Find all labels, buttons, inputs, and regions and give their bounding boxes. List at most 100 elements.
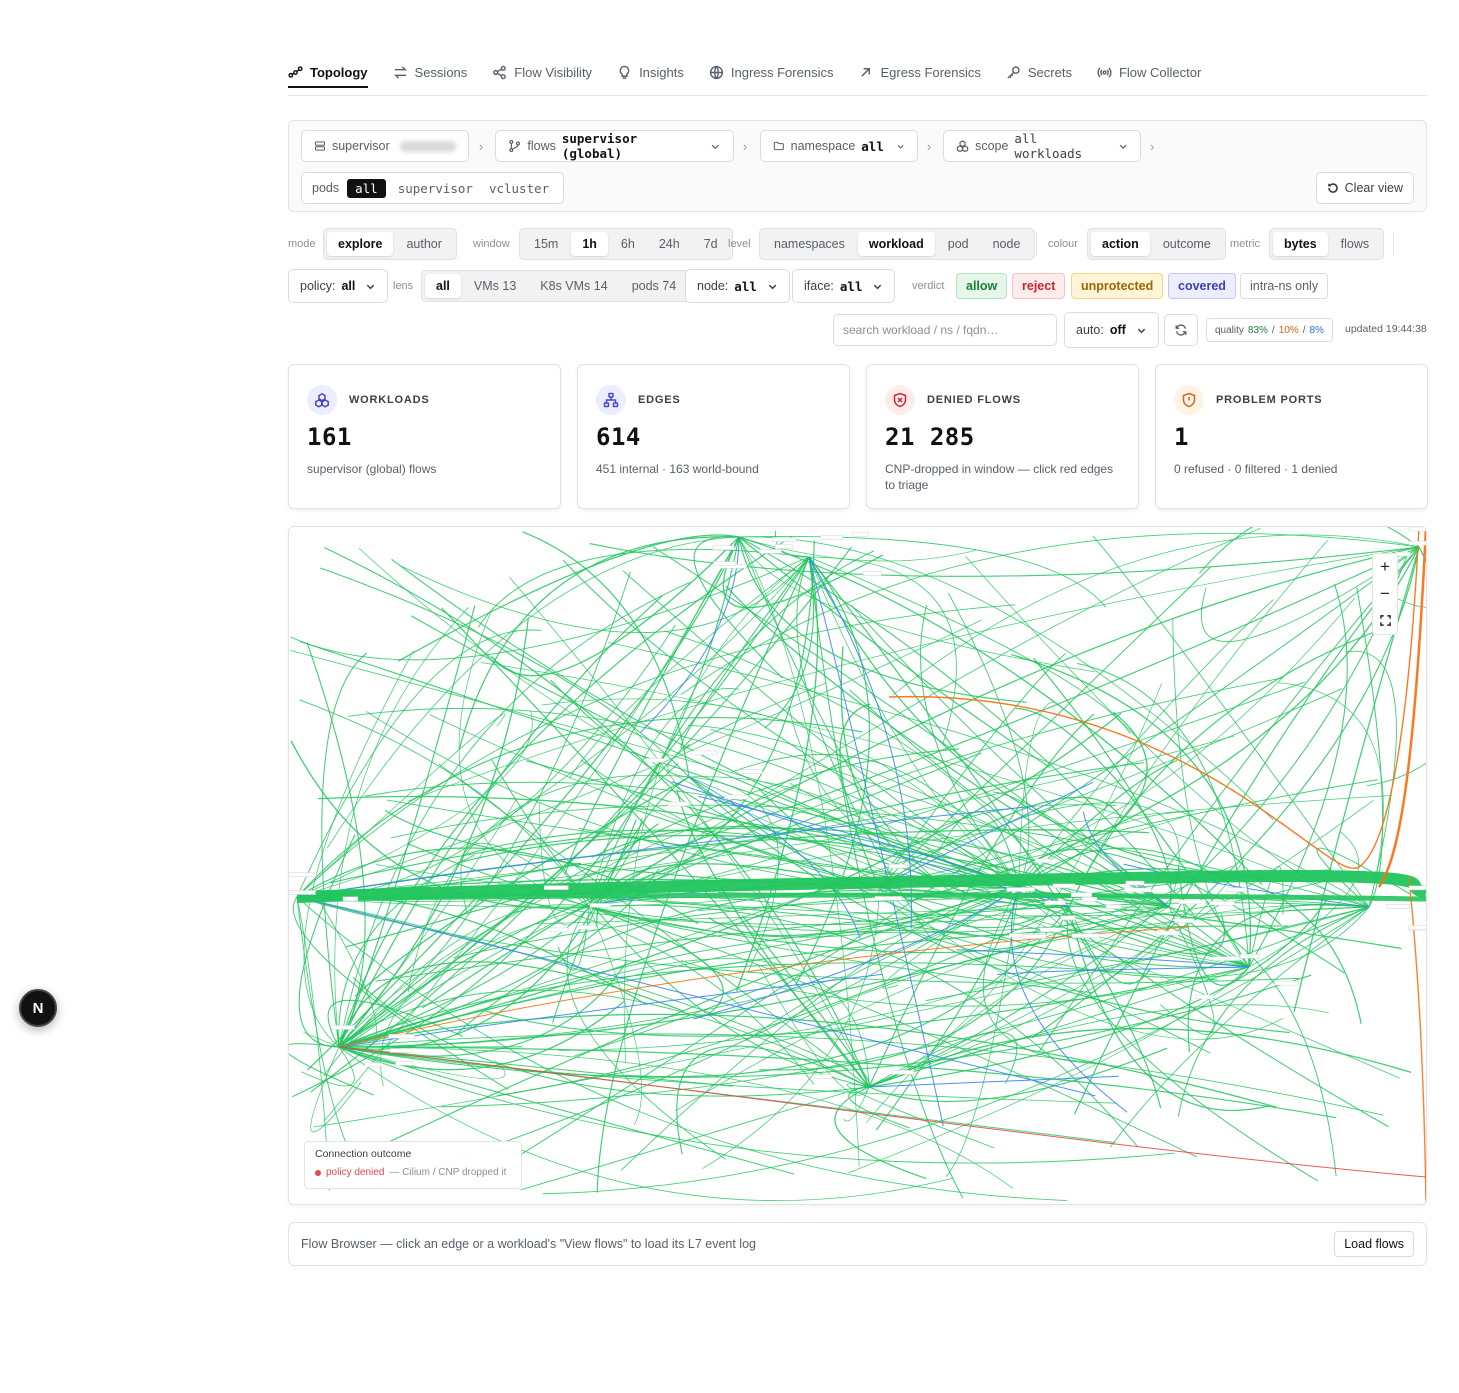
graph-node[interactable] [1195, 994, 1214, 1000]
lens-option-all[interactable]: all [425, 274, 461, 298]
graph-node[interactable] [1071, 892, 1093, 898]
graph-node[interactable] [774, 544, 794, 549]
graph-node[interactable] [1022, 934, 1046, 939]
pods-option-supervisor[interactable]: supervisor [394, 179, 477, 198]
graph-node[interactable] [1155, 930, 1180, 936]
graph-node[interactable] [1408, 527, 1426, 532]
graph-node[interactable] [1123, 887, 1152, 893]
graph-node[interactable] [1040, 927, 1062, 932]
pods-option-vcluster[interactable]: vcluster [485, 179, 553, 198]
graph-node[interactable] [1408, 540, 1426, 546]
lens-option-k8s-vms[interactable]: K8s VMs 14 [529, 274, 618, 298]
verdict-covered[interactable]: covered [1168, 273, 1236, 299]
lens-option-pods[interactable]: pods 74 [621, 274, 687, 298]
window-option-6h[interactable]: 6h [610, 232, 646, 256]
tab-topology[interactable]: Topology [288, 46, 368, 88]
level-option-pod[interactable]: pod [937, 232, 980, 256]
graph-edge[interactable] [397, 534, 740, 662]
workloads-card[interactable]: WORKLOADS 161 supervisor (global) flows [288, 364, 561, 509]
graph-node[interactable] [1226, 887, 1248, 892]
graph-edge[interactable] [338, 1033, 1384, 1116]
graph-edge[interactable] [920, 605, 1020, 888]
graph-node[interactable] [1178, 899, 1206, 905]
graph-node[interactable] [578, 925, 597, 930]
graph-node[interactable] [1212, 956, 1240, 961]
graph-edge[interactable] [849, 689, 1250, 968]
graph-node[interactable] [1052, 883, 1076, 889]
verdict-reject[interactable]: reject [1012, 273, 1066, 299]
graph-node[interactable] [1125, 880, 1145, 886]
graph-node[interactable] [820, 535, 843, 540]
lens-option-vms[interactable]: VMs 13 [463, 274, 527, 298]
graph-node[interactable] [690, 750, 718, 756]
level-option-node[interactable]: node [982, 232, 1032, 256]
tab-insights[interactable]: Insights [617, 46, 684, 86]
load-flows-button[interactable]: Load flows [1334, 1231, 1414, 1257]
graph-node[interactable] [724, 794, 749, 800]
verdict-unprotected[interactable]: unprotected [1071, 273, 1164, 299]
tab-flow-collector[interactable]: Flow Collector [1097, 46, 1201, 86]
namespace-selector[interactable]: namespace all [760, 130, 918, 162]
graph-edge[interactable] [878, 566, 1211, 888]
graph-node[interactable] [395, 1061, 413, 1066]
graph-edges[interactable] [289, 527, 1426, 1204]
mode-option-explore[interactable]: explore [327, 232, 394, 256]
tab-secrets[interactable]: Secrets [1006, 46, 1072, 86]
zoom-in-button[interactable]: + [1372, 554, 1398, 581]
graph-node[interactable] [1044, 900, 1066, 906]
graph-edge[interactable] [574, 886, 1020, 1057]
graph-node[interactable] [1071, 933, 1100, 938]
graph-node[interactable] [713, 561, 736, 566]
flows-selector[interactable]: flows supervisor (global) [495, 130, 734, 162]
graph-node[interactable] [1081, 897, 1098, 902]
search-input[interactable]: search workload / ns / fqdn… [833, 314, 1057, 346]
graph-node[interactable] [342, 896, 358, 902]
graph-node[interactable] [889, 863, 908, 869]
graph-node[interactable] [712, 545, 735, 551]
graph-node[interactable] [892, 1070, 915, 1075]
colour-option-action[interactable]: action [1091, 232, 1150, 256]
policy-dropdown[interactable]: policy: all [288, 269, 389, 303]
graph-node[interactable] [874, 896, 903, 901]
graph-edge[interactable] [738, 536, 1274, 821]
mode-option-author[interactable]: author [395, 232, 452, 256]
graph-node[interactable] [1386, 904, 1410, 909]
graph-node[interactable] [550, 927, 569, 933]
window-option-15m[interactable]: 15m [523, 232, 569, 256]
problem-ports-card[interactable]: PROBLEM PORTS 1 0 refused · 0 filtered ·… [1155, 364, 1428, 509]
graph-edge[interactable] [868, 1047, 1168, 1103]
fit-view-button[interactable] [1372, 607, 1398, 634]
graph-node[interactable] [1240, 954, 1261, 959]
tab-sessions[interactable]: Sessions [393, 46, 467, 86]
graph-node[interactable] [1408, 925, 1426, 930]
node-dropdown[interactable]: node: all [685, 269, 790, 303]
graph-edge[interactable] [566, 906, 726, 1160]
tab-egress-forensics[interactable]: Egress Forensics [858, 46, 981, 86]
window-option-7d[interactable]: 7d [693, 232, 729, 256]
graph-node[interactable] [1209, 900, 1235, 906]
graph-node[interactable] [1060, 915, 1076, 920]
graph-node[interactable] [645, 758, 665, 763]
graph-node[interactable] [852, 532, 869, 537]
edges-card[interactable]: EDGES 614 451 internal · 163 world-bound [577, 364, 850, 509]
graph-node[interactable] [667, 801, 690, 807]
graph-node[interactable] [1274, 980, 1299, 986]
graph-node[interactable] [364, 1062, 383, 1068]
graph-node[interactable] [1105, 904, 1122, 909]
graph-node[interactable] [772, 537, 797, 542]
graph-node[interactable] [589, 903, 612, 908]
graph-edge[interactable] [680, 959, 1250, 1007]
scope-selector[interactable]: scope all workloads [943, 130, 1141, 162]
verdict-intra-ns-only[interactable]: intra-ns only [1240, 273, 1329, 299]
topology-graph[interactable]: + − Connection outcome policy denied — C… [288, 526, 1427, 1205]
graph-node[interactable] [1034, 858, 1051, 864]
denied-flows-card[interactable]: DENIED FLOWS 21 285 CNP-dropped in windo… [866, 364, 1139, 509]
cluster-selector[interactable]: supervisor [301, 130, 469, 162]
floating-n-button[interactable]: N [19, 989, 57, 1027]
metric-option-bytes[interactable]: bytes [1273, 232, 1328, 256]
graph-edge[interactable] [292, 536, 740, 1098]
graph-node[interactable] [1006, 887, 1035, 892]
graph-node[interactable] [1408, 885, 1426, 891]
tab-flow-visibility[interactable]: Flow Visibility [492, 46, 592, 86]
window-option-24h[interactable]: 24h [648, 232, 691, 256]
